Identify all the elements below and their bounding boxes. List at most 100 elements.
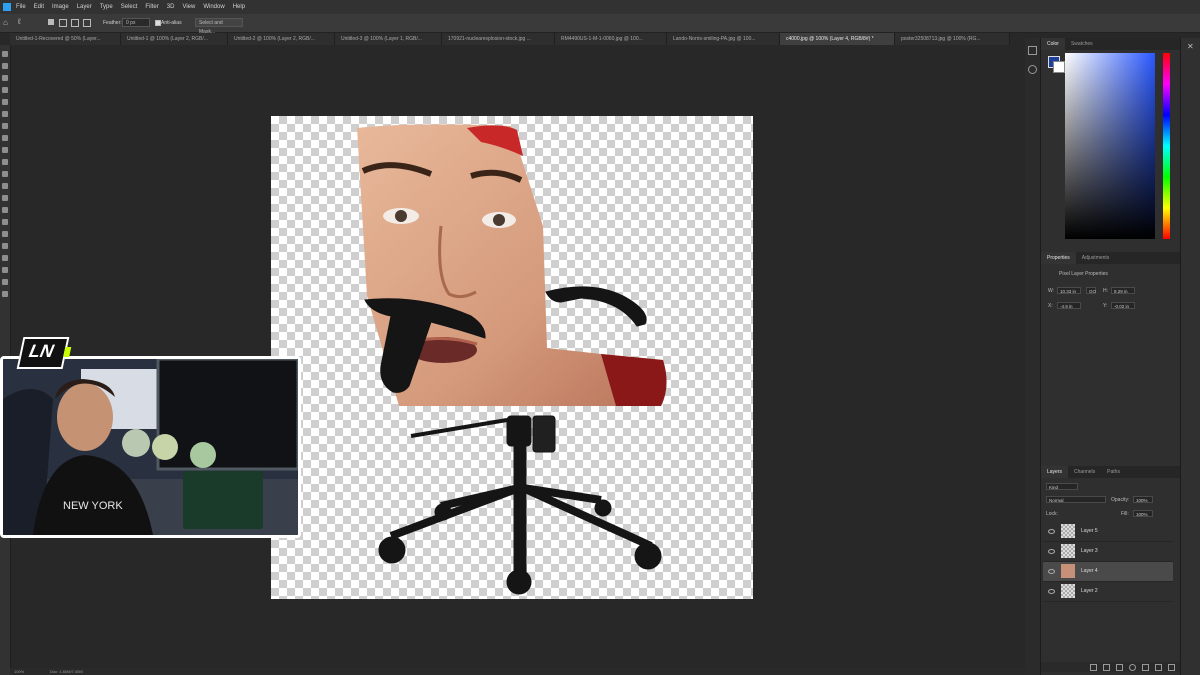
- color-picker-field[interactable]: [1065, 53, 1155, 239]
- visibility-eye-icon[interactable]: [1048, 549, 1055, 554]
- layer-name: Layer 4: [1081, 568, 1098, 574]
- marquee-tool-icon[interactable]: [2, 63, 8, 69]
- tab-c4000-active[interactable]: c4000.jpg @ 100% (Layer 4, RGB/8#) *: [780, 33, 895, 45]
- intersect-selection-icon[interactable]: [83, 19, 91, 27]
- tab-swatches[interactable]: Swatches: [1065, 38, 1099, 50]
- menu-window[interactable]: Window: [203, 4, 224, 10]
- blur-tool-icon[interactable]: [2, 195, 8, 201]
- photoshop-logo-icon[interactable]: [3, 3, 11, 11]
- add-selection-icon[interactable]: [59, 19, 67, 27]
- visibility-eye-icon[interactable]: [1048, 589, 1055, 594]
- tab-channels[interactable]: Channels: [1068, 466, 1101, 478]
- tab-adjustments[interactable]: Adjustments: [1076, 252, 1116, 264]
- x-input[interactable]: -4.9 in: [1057, 302, 1081, 309]
- brush-settings-icon[interactable]: [1028, 65, 1037, 74]
- home-icon[interactable]: ⌂: [3, 18, 8, 27]
- document-canvas[interactable]: [271, 116, 753, 599]
- menu-type[interactable]: Type: [100, 4, 113, 10]
- visibility-eye-icon[interactable]: [1048, 569, 1055, 574]
- layer-row-selected[interactable]: Layer 4: [1043, 562, 1173, 582]
- crop-tool-icon[interactable]: [2, 99, 8, 105]
- select-and-mask-button[interactable]: Select and Mask...: [195, 18, 243, 35]
- height-input[interactable]: 9.29 in: [1111, 287, 1135, 294]
- history-icon[interactable]: [1028, 46, 1037, 55]
- menu-select[interactable]: Select: [121, 4, 138, 10]
- opacity-input[interactable]: 100%: [1133, 496, 1153, 503]
- edit-toolbar-icon[interactable]: [2, 291, 8, 297]
- clone-stamp-tool-icon[interactable]: [2, 147, 8, 153]
- background-color-swatch[interactable]: [1053, 61, 1065, 73]
- subtract-selection-icon[interactable]: [71, 19, 79, 27]
- brush-tool-icon[interactable]: [2, 135, 8, 141]
- layer-thumbnail: [1061, 544, 1075, 558]
- menu-3d[interactable]: 3D: [167, 4, 175, 10]
- options-bar: ⌂ ℓ Feather: 0 px Anti-alias Select and …: [0, 14, 1200, 35]
- eraser-tool-icon[interactable]: [2, 171, 8, 177]
- properties-panel-tabs: Properties Adjustments: [1041, 252, 1181, 264]
- tab-untitled-2[interactable]: Untitled-2 @ 100% (Layer 2, RGB/...: [228, 33, 335, 45]
- mask-icon[interactable]: [1116, 664, 1123, 671]
- layer-thumbnail-face: [1061, 564, 1075, 578]
- tab-properties[interactable]: Properties: [1041, 252, 1076, 264]
- tab-lando-norris[interactable]: Lando-Norris-smiling-PA.jpg @ 100...: [667, 33, 780, 45]
- menu-view[interactable]: View: [182, 4, 195, 10]
- shape-tool-icon[interactable]: [2, 255, 8, 261]
- tab-poster[interactable]: poster32508713.jpg @ 100% (RG...: [895, 33, 1010, 45]
- trash-icon[interactable]: [1168, 664, 1175, 671]
- pixel-layer-properties-heading: Pixel Layer Properties: [1059, 271, 1108, 277]
- history-brush-tool-icon[interactable]: [2, 159, 8, 165]
- move-tool-icon[interactable]: [2, 51, 8, 57]
- healing-brush-tool-icon[interactable]: [2, 123, 8, 129]
- link-layers-icon[interactable]: [1090, 664, 1097, 671]
- ln-logo: LN: [16, 337, 72, 369]
- tab-color[interactable]: Color: [1041, 38, 1065, 50]
- dodge-tool-icon[interactable]: [2, 207, 8, 213]
- group-icon[interactable]: [1142, 664, 1149, 671]
- new-selection-icon[interactable]: [48, 19, 54, 25]
- layer-row[interactable]: Layer 2: [1043, 582, 1173, 602]
- menu-file[interactable]: File: [16, 4, 26, 10]
- menu-filter[interactable]: Filter: [145, 4, 158, 10]
- y-input[interactable]: -0.02 in: [1111, 302, 1135, 309]
- tab-untitled-3[interactable]: Untitled-3 @ 100% (Layer 1, RGB/...: [335, 33, 442, 45]
- tab-untitled-1-recovered[interactable]: Untitled-1-Recovered @ 50% (Layer...: [10, 33, 121, 45]
- width-input[interactable]: 10.33 in: [1057, 287, 1081, 294]
- new-layer-icon[interactable]: [1155, 664, 1162, 671]
- tab-rm4490us[interactable]: RM4490US-1-M-1-0060.jpg @ 100...: [555, 33, 667, 45]
- menu-image[interactable]: Image: [52, 4, 69, 10]
- tab-untitled-1[interactable]: Untitled-1 @ 100% (Layer 2, RGB/...: [121, 33, 228, 45]
- layer-name: Layer 3: [1081, 548, 1098, 554]
- tab-layers[interactable]: Layers: [1041, 466, 1069, 478]
- antialias-label: Anti-alias: [161, 20, 182, 26]
- menu-layer[interactable]: Layer: [77, 4, 92, 10]
- tab-nuclear-explosion[interactable]: 170921-nuclearexplosion-stock.jpg ...: [442, 33, 555, 45]
- layer-row[interactable]: Layer 3: [1043, 542, 1173, 562]
- lasso-tool-icon[interactable]: [2, 75, 8, 81]
- visibility-eye-icon[interactable]: [1048, 529, 1055, 534]
- y-label: Y:: [1103, 303, 1108, 309]
- tab-paths[interactable]: Paths: [1101, 466, 1126, 478]
- pen-tool-icon[interactable]: [2, 219, 8, 225]
- zoom-tool-icon[interactable]: [2, 279, 8, 285]
- type-tool-icon[interactable]: [2, 231, 8, 237]
- blend-mode-select[interactable]: Normal: [1046, 496, 1106, 503]
- feather-input[interactable]: 0 px: [122, 18, 150, 27]
- layer-filter-select[interactable]: Kind: [1046, 483, 1078, 490]
- hue-slider[interactable]: [1163, 53, 1170, 239]
- close-icon[interactable]: ✕: [1187, 42, 1194, 51]
- menu-help[interactable]: Help: [233, 4, 245, 10]
- link-dimensions-button[interactable]: GO: [1086, 287, 1096, 294]
- layer-row[interactable]: Layer 5: [1043, 522, 1173, 542]
- path-select-tool-icon[interactable]: [2, 243, 8, 249]
- eyedropper-tool-icon[interactable]: [2, 111, 8, 117]
- ln-logo-text: LN: [27, 341, 56, 361]
- menu-edit[interactable]: Edit: [34, 4, 44, 10]
- fill-input[interactable]: 100%: [1133, 510, 1153, 517]
- fx-icon[interactable]: [1103, 664, 1110, 671]
- lasso-tool-icon[interactable]: ℓ: [18, 17, 21, 26]
- quick-select-tool-icon[interactable]: [2, 87, 8, 93]
- gradient-tool-icon[interactable]: [2, 183, 8, 189]
- zoom-level[interactable]: 100%: [14, 669, 24, 674]
- adjustment-layer-icon[interactable]: [1129, 664, 1136, 671]
- hand-tool-icon[interactable]: [2, 267, 8, 273]
